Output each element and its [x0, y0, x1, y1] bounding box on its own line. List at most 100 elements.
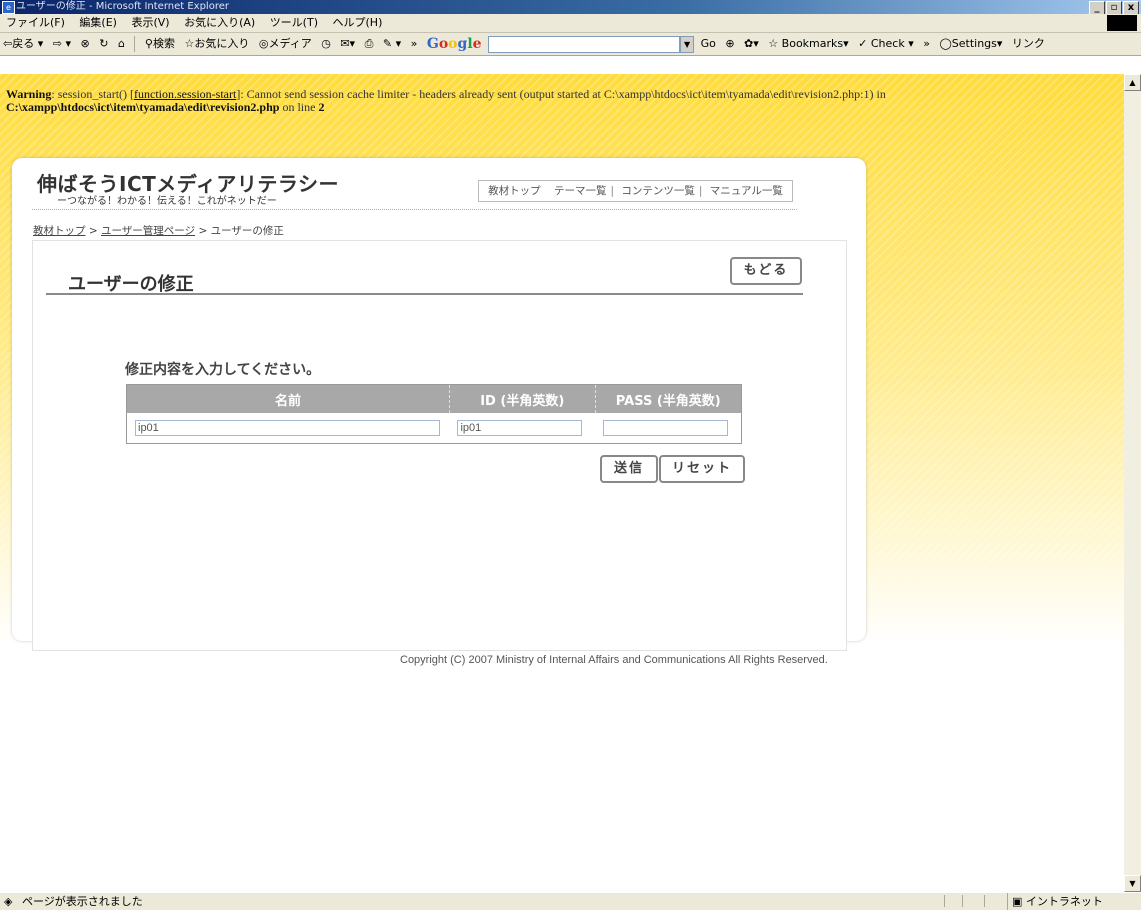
media-label: メディア [268, 37, 312, 50]
form-input-row [126, 413, 742, 444]
form-instruction: 修正内容を入力してください。 [125, 362, 321, 378]
title-bar: e ユーザーの修正 - Microsoft Internet Explorer … [0, 0, 1141, 15]
nav-item-themes[interactable]: テーマ一覧 [554, 185, 607, 197]
search-button[interactable]: ⚲検索 [145, 33, 175, 55]
check-label: Check ▾ [870, 37, 914, 50]
toolbar-separator [134, 36, 136, 52]
back-button[interactable]: ⇦戻る ▾ [3, 33, 43, 55]
check-button[interactable]: ✓ Check ▾ [858, 33, 914, 55]
breadcrumb-top[interactable]: 教材トップ [33, 225, 86, 237]
breadcrumb-current: ユーザーの修正 [210, 225, 284, 237]
warning-line-number: 2 [318, 100, 325, 114]
warning-text-1: : session_start() [ [51, 87, 135, 101]
windows-logo-icon [1107, 15, 1137, 31]
security-zone: ▣ イントラネット [1007, 893, 1103, 910]
google-dropdown-icon[interactable]: ▼ [680, 35, 695, 53]
google-search-input[interactable] [488, 35, 681, 53]
favorites-label: お気に入り [194, 37, 250, 50]
maximize-button[interactable]: ▫ [1106, 1, 1122, 15]
zoom-icon[interactable]: ⊕ [725, 33, 734, 55]
header-divider [32, 209, 797, 210]
pass-field[interactable] [603, 420, 729, 436]
pagerank-icon[interactable]: ✿▾ [744, 33, 759, 55]
window-title: ユーザーの修正 - Microsoft Internet Explorer [16, 1, 229, 12]
id-cell [449, 413, 596, 444]
forward-button[interactable]: ⇨ ▾ [53, 33, 71, 55]
php-warning: Warning: session_start() [function.sessi… [6, 88, 1106, 114]
more-chevron-icon[interactable]: » [411, 33, 418, 55]
mail-icon[interactable]: ✉▾ [340, 33, 355, 55]
nav-item-top[interactable]: 教材トップ [488, 185, 541, 197]
header-pass: PASS (半角英数) [595, 384, 742, 413]
back-arrow-icon: ⇦ [3, 37, 13, 50]
scroll-down-icon[interactable]: ▼ [1124, 875, 1141, 892]
toolbar: ⇦戻る ▾ ⇨ ▾ ⊗ ↻ ⌂ ⚲検索 ☆お気に入り ◎メディア ◷ ✉▾ ⎙ … [0, 33, 1141, 56]
overflow-chevron-icon[interactable]: » [923, 33, 930, 55]
breadcrumb: 教材トップ > ユーザー管理ページ > ユーザーの修正 [33, 223, 284, 238]
print-icon[interactable]: ⎙ [365, 33, 374, 55]
close-button[interactable]: x [1123, 1, 1139, 15]
settings-button[interactable]: ◯Settings▾ [939, 33, 1002, 55]
id-field[interactable] [457, 420, 583, 436]
nav-spacer [544, 185, 551, 197]
vertical-scrollbar[interactable]: ▲ ▼ [1124, 74, 1141, 892]
submit-button[interactable]: 送信 [600, 455, 658, 483]
form-header-row: 名前 ID (半角英数) PASS (半角英数) [126, 384, 742, 413]
menu-view[interactable]: 表示(V) [131, 14, 169, 32]
stop-icon[interactable]: ⊗ [81, 33, 90, 55]
header-id: ID (半角英数) [449, 384, 596, 413]
google-go-button[interactable]: Go [701, 33, 716, 55]
site-subtitle: ーつながる！わかる！伝える！これがネットだー [57, 196, 277, 207]
name-field[interactable] [135, 420, 440, 436]
breadcrumb-user-admin[interactable]: ユーザー管理ページ [101, 225, 195, 237]
top-nav: 教材トップ テーマ一覧 | コンテンツ一覧 | マニュアル一覧 [478, 180, 793, 202]
warning-path: C:\xampp\htdocs\ict\item\tyamada\edit\re… [6, 100, 280, 114]
menu-favorites[interactable]: お気に入り(A) [184, 14, 255, 32]
links-button[interactable]: リンク [1012, 33, 1045, 55]
name-cell [126, 413, 450, 444]
minimize-button[interactable]: _ [1089, 1, 1105, 15]
status-divider [944, 895, 945, 907]
settings-icon: ◯ [939, 37, 952, 50]
breadcrumb-separator: > [88, 225, 98, 237]
header-name: 名前 [126, 384, 450, 413]
menu-edit[interactable]: 編集(E) [79, 14, 117, 32]
ie-icon: e [2, 1, 15, 14]
favorites-icon: ☆ [184, 37, 195, 50]
search-icon: ⚲ [144, 37, 153, 50]
nav-separator: | [698, 185, 703, 197]
page-done-icon: ◈ [4, 895, 13, 908]
user-form-table: 名前 ID (半角英数) PASS (半角英数) [126, 384, 742, 444]
warning-link[interactable]: function.session-start [134, 87, 236, 101]
settings-label: Settings▾ [951, 37, 1003, 50]
favorites-button[interactable]: ☆お気に入り [184, 33, 249, 55]
media-button[interactable]: ◎メディア [259, 33, 312, 55]
scroll-up-icon[interactable]: ▲ [1124, 74, 1141, 91]
content-card: 伸ばそうICTメディアリテラシー ーつながる！わかる！伝える！これがネットだー … [12, 158, 866, 651]
warning-line-text: on line [279, 100, 319, 114]
star-icon: ☆ [768, 37, 779, 50]
reset-button[interactable]: リセット [659, 455, 745, 483]
status-divider [984, 895, 985, 907]
back-button[interactable]: もどる [730, 257, 802, 285]
page-viewport: Warning: session_start() [function.sessi… [0, 74, 1124, 892]
warning-label: Warning [6, 87, 52, 101]
bookmarks-label: Bookmarks▾ [781, 37, 849, 50]
home-icon[interactable]: ⌂ [118, 33, 125, 55]
copyright: Copyright (C) 2007 Ministry of Internal … [400, 654, 828, 666]
edit-icon[interactable]: ✎ ▾ [383, 33, 401, 55]
nav-item-manuals[interactable]: マニュアル一覧 [710, 185, 783, 197]
history-icon[interactable]: ◷ [321, 33, 331, 55]
menu-help[interactable]: ヘルプ(H) [333, 14, 383, 32]
status-bar: ◈ ページが表示されました ▣ イントラネット [0, 892, 1141, 910]
window-controls: _ ▫ x [1089, 1, 1139, 15]
bookmarks-button[interactable]: ☆ Bookmarks▾ [768, 33, 848, 55]
menu-file[interactable]: ファイル(F) [6, 14, 65, 32]
menu-tools[interactable]: ツール(T) [270, 14, 318, 32]
nav-separator: | [610, 185, 614, 197]
search-label: 検索 [152, 37, 175, 50]
nav-item-contents[interactable]: コンテンツ一覧 [621, 185, 695, 197]
refresh-icon[interactable]: ↻ [99, 33, 108, 55]
breadcrumb-separator: > [198, 225, 208, 237]
status-divider [962, 895, 963, 907]
